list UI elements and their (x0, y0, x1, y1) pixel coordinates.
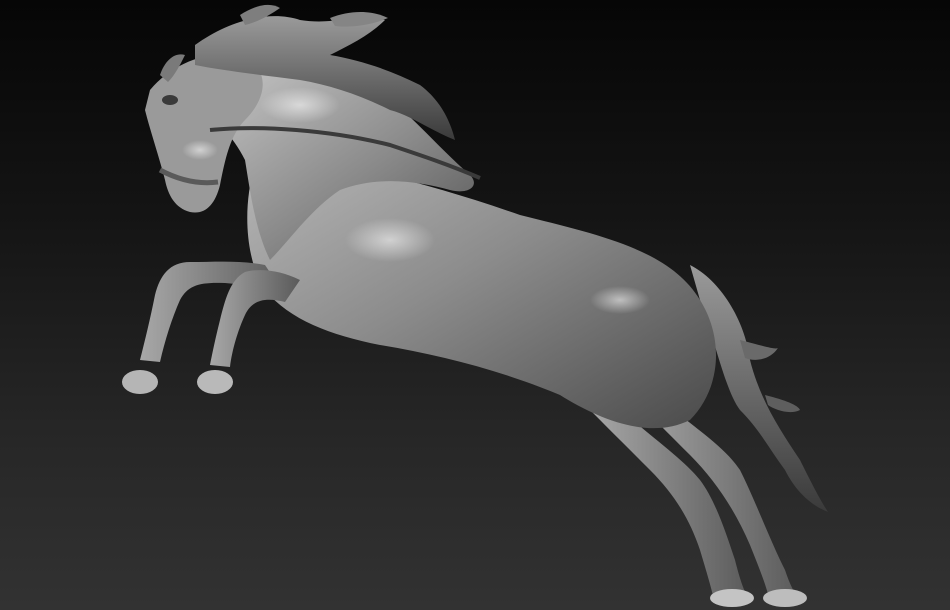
specular-highlight (590, 286, 650, 314)
front-hoof (122, 370, 158, 394)
front-leg-lower (210, 270, 300, 367)
specular-highlight (345, 218, 435, 262)
horse-tail-strand (765, 395, 800, 413)
horse-sculpt-model[interactable] (0, 0, 950, 610)
specular-highlight (260, 87, 340, 123)
horse-tail-strand (740, 340, 778, 360)
3d-viewport[interactable] (0, 0, 950, 610)
specular-highlight (182, 140, 218, 160)
hind-hoof (710, 589, 754, 607)
hind-hoof (763, 589, 807, 607)
horse-eye (162, 95, 178, 105)
front-hoof (197, 370, 233, 394)
